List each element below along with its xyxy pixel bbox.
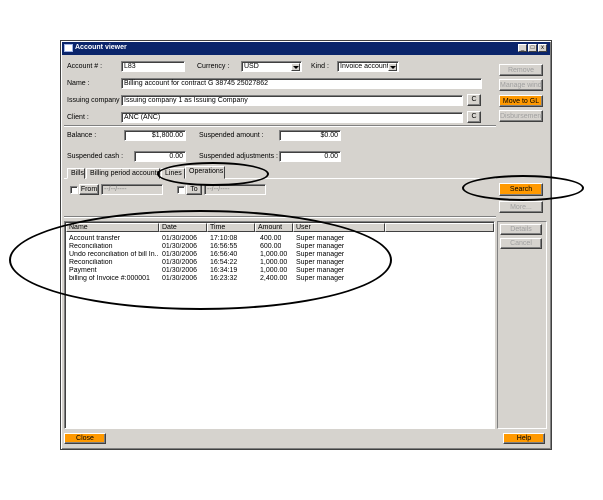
annotation-ellipse-grid: [9, 210, 392, 310]
name-field[interactable]: Billing account for contract G 38745 250…: [121, 78, 482, 89]
issuing-company-label: Issuing company :: [67, 97, 124, 104]
suspended-cash-field: 0.00: [134, 151, 186, 162]
window-title: Account viewer: [75, 44, 127, 51]
kind-select[interactable]: Invoice account: [337, 61, 399, 72]
separator: [64, 125, 496, 127]
chevron-down-icon[interactable]: [291, 63, 300, 71]
client-field[interactable]: ANC (ANC): [121, 112, 463, 123]
tab-operations[interactable]: Operations: [185, 166, 225, 179]
cancel-button[interactable]: Cancel: [500, 238, 542, 249]
close-button[interactable]: Close: [64, 433, 106, 444]
chevron-down-icon[interactable]: [388, 63, 397, 71]
column-header-filler: [385, 223, 494, 232]
currency-select[interactable]: USD: [241, 61, 302, 72]
maximize-icon[interactable]: □: [528, 44, 537, 52]
more-button[interactable]: More...: [499, 201, 543, 213]
title-bar[interactable]: Account viewer _ □ x: [62, 42, 550, 55]
from-checkbox[interactable]: [70, 186, 78, 194]
details-button[interactable]: Details: [500, 224, 542, 235]
to-checkbox[interactable]: [177, 186, 185, 194]
currency-label: Currency :: [197, 63, 230, 70]
kind-value: Invoice account: [340, 63, 389, 70]
from-date-field[interactable]: --/--/----: [101, 184, 163, 195]
kind-label: Kind :: [311, 63, 329, 70]
manage-window-button[interactable]: Manage window: [499, 79, 543, 91]
client-chooser-button[interactable]: C: [467, 111, 481, 123]
from-button[interactable]: From: [79, 184, 99, 195]
disbursement-button[interactable]: Disbursement: [499, 110, 543, 122]
status-bar: [62, 432, 550, 446]
balance-field: $1,800.00: [124, 130, 186, 141]
annotation-ellipse-search: [462, 175, 584, 201]
minimize-icon[interactable]: _: [518, 44, 527, 52]
move-to-gl-button[interactable]: Move to GL: [499, 95, 543, 107]
client-label: Client :: [67, 114, 89, 121]
tab-bills[interactable]: Bills: [67, 168, 85, 179]
suspended-amount-label: Suspended amount :: [199, 132, 264, 139]
account-number-label: Account # :: [67, 63, 103, 70]
issuing-company-chooser-button[interactable]: C: [467, 94, 481, 106]
close-icon[interactable]: x: [538, 44, 547, 52]
suspended-adjustments-field: 0.00: [279, 151, 341, 162]
suspended-cash-label: Suspended cash :: [67, 153, 124, 160]
suspended-amount-field: $0.00: [279, 130, 341, 141]
tab-billing-period-accounts[interactable]: Billing period accounts: [86, 168, 160, 179]
app-icon: [64, 44, 73, 52]
balance-label: Balance :: [67, 132, 97, 139]
help-button[interactable]: Help: [503, 433, 545, 444]
name-label: Name :: [67, 80, 90, 87]
grid-side-panel: [497, 221, 547, 429]
remove-button[interactable]: Remove: [499, 64, 543, 76]
currency-value: USD: [244, 63, 259, 70]
suspended-adjustments-label: Suspended adjustments :: [199, 153, 278, 160]
issuing-company-field[interactable]: Issuing company 1 as Issuing Company: [121, 95, 463, 106]
account-number-field[interactable]: L83: [121, 61, 185, 72]
